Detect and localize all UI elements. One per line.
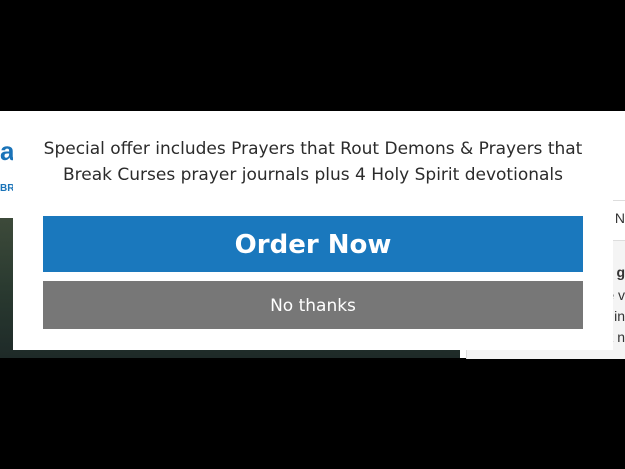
background-sidebar-text: in (614, 308, 625, 324)
offer-modal: Special offer includes Prayers that Rout… (13, 111, 613, 350)
offer-text: Special offer includes Prayers that Rout… (43, 139, 583, 185)
order-now-button[interactable]: Order Now (43, 216, 583, 272)
background-sidebar-text: g (616, 264, 625, 280)
screen: a BR N g e v in k n Special offer includ… (0, 0, 625, 469)
background-sidebar-text: N (614, 210, 625, 226)
no-thanks-button[interactable]: No thanks (43, 281, 583, 329)
